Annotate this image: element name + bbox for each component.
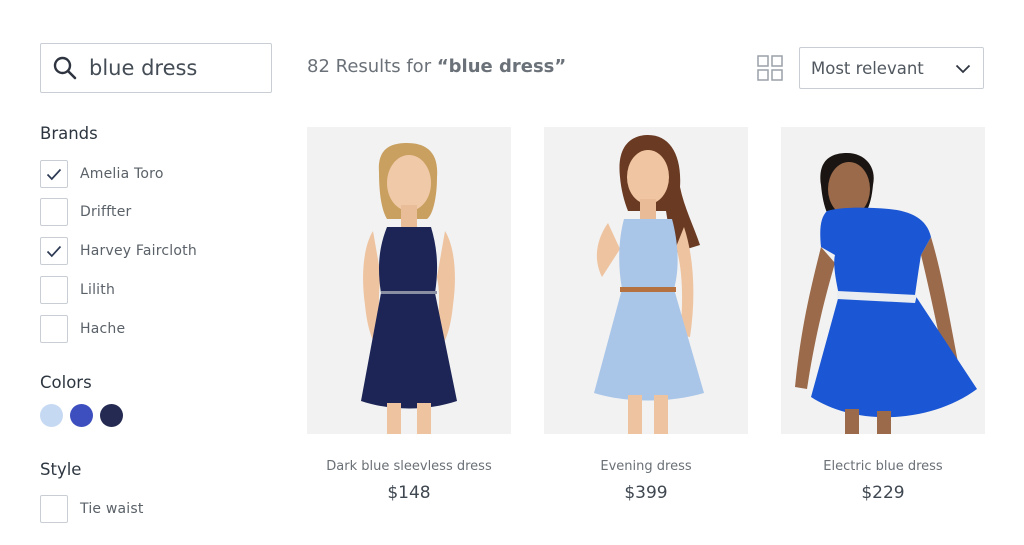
product-image[interactable] xyxy=(781,127,985,434)
product-price: $229 xyxy=(861,483,905,503)
product-image[interactable] xyxy=(307,127,511,434)
search-icon xyxy=(51,54,79,82)
color-swatch-light-blue[interactable] xyxy=(40,404,63,427)
color-swatches xyxy=(40,404,123,427)
sort-dropdown[interactable]: Most relevant xyxy=(799,47,984,89)
checkbox[interactable] xyxy=(40,495,68,523)
product-name[interactable]: Evening dress xyxy=(544,459,748,474)
search-input[interactable] xyxy=(89,56,259,80)
style-label: Tie waist xyxy=(80,501,144,517)
brand-filter-amelia-toro[interactable]: Amelia Toro xyxy=(40,160,164,188)
brand-filter-driffter[interactable]: Driffter xyxy=(40,198,132,226)
product-name[interactable]: Dark blue sleevless dress xyxy=(307,459,511,474)
brands-title: Brands xyxy=(40,124,98,143)
checkbox[interactable] xyxy=(40,237,68,265)
style-title: Style xyxy=(40,460,82,479)
brand-filter-lilith[interactable]: Lilith xyxy=(40,276,115,304)
grid-view-icon[interactable] xyxy=(757,55,783,81)
brand-filter-harvey-faircloth[interactable]: Harvey Faircloth xyxy=(40,237,197,265)
colors-title: Colors xyxy=(40,373,92,392)
brand-label: Harvey Faircloth xyxy=(80,243,197,259)
checkbox[interactable] xyxy=(40,198,68,226)
results-count-text: 82 Results for xyxy=(307,56,437,77)
results-title: 82 Results for “blue dress” xyxy=(307,56,566,77)
search-box[interactable] xyxy=(40,43,272,93)
check-icon xyxy=(46,245,62,257)
product-price: $148 xyxy=(387,483,431,503)
product-image[interactable] xyxy=(544,127,748,434)
checkbox[interactable] xyxy=(40,160,68,188)
brand-label: Lilith xyxy=(80,282,116,298)
check-icon xyxy=(46,168,62,180)
brand-filter-hache[interactable]: Hache xyxy=(40,315,125,343)
color-swatch-blue[interactable] xyxy=(70,404,93,427)
brand-label: Amelia Toro xyxy=(80,166,164,182)
checkbox[interactable] xyxy=(40,315,68,343)
brand-label: Hache xyxy=(80,321,126,337)
color-swatch-navy[interactable] xyxy=(100,404,123,427)
style-filter-tie-waist[interactable]: Tie waist xyxy=(40,495,144,523)
product-price: $399 xyxy=(624,483,668,503)
brand-label: Driffter xyxy=(80,204,132,220)
product-name[interactable]: Electric blue dress xyxy=(781,459,985,474)
product-card[interactable]: Electric blue dress $229 xyxy=(781,127,985,503)
chevron-down-icon xyxy=(955,59,971,78)
product-card[interactable]: Dark blue sleevless dress $148 xyxy=(307,127,511,503)
results-query: “blue dress” xyxy=(436,56,567,77)
sort-selected-value: Most relevant xyxy=(811,58,924,78)
checkbox[interactable] xyxy=(40,276,68,304)
product-card[interactable]: Evening dress $399 xyxy=(544,127,748,503)
